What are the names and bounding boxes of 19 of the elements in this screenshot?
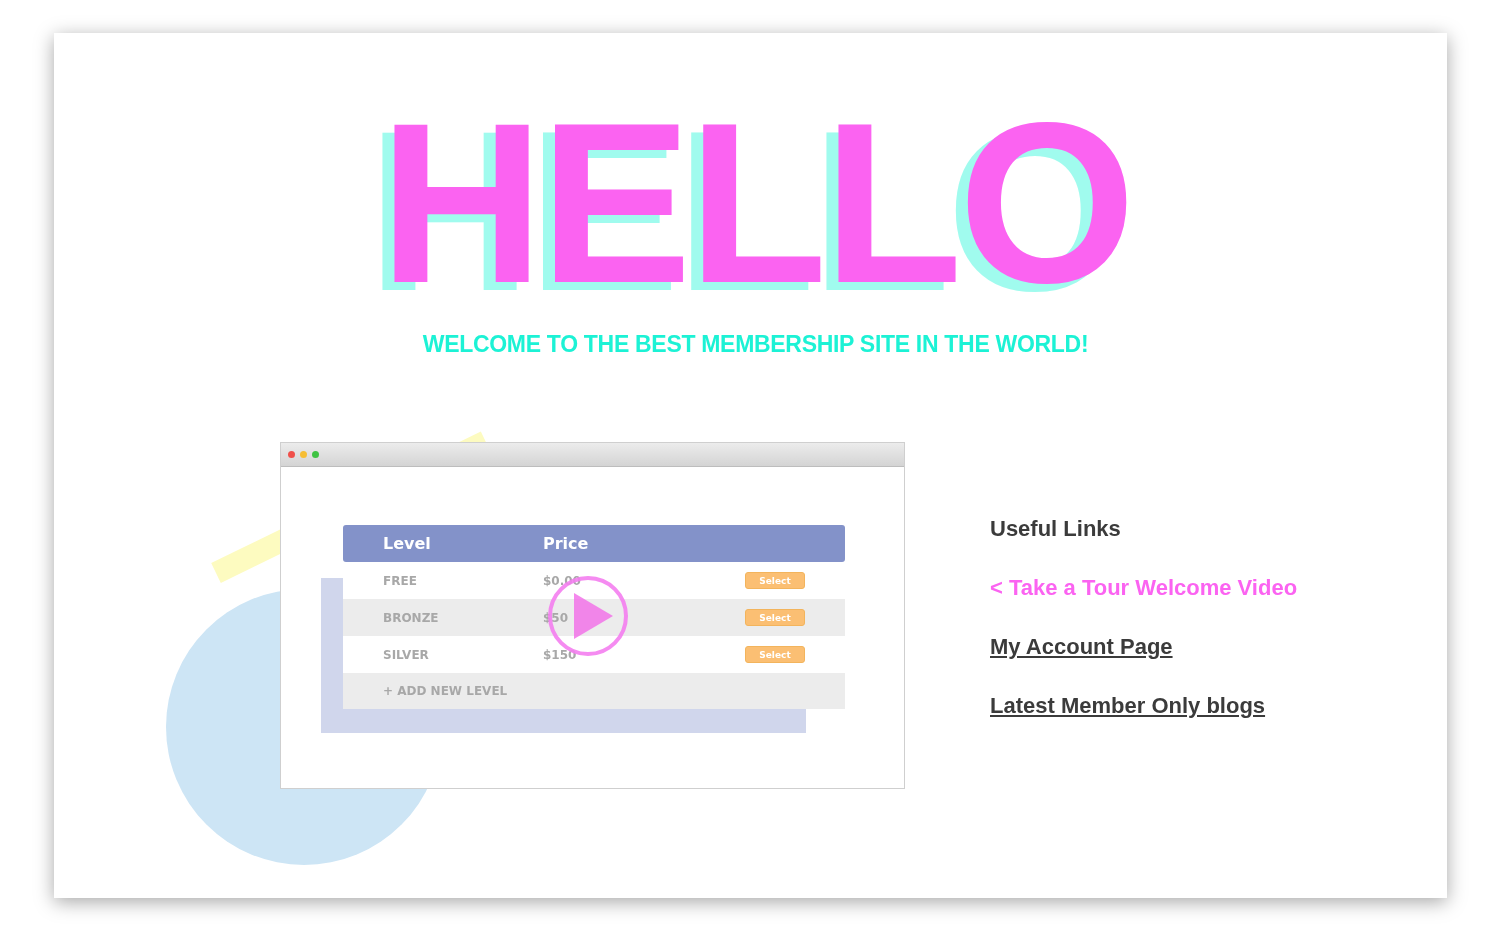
level-cell-text: SILVER <box>382 647 430 662</box>
hero-title: HELLO <box>379 103 1132 303</box>
level-cell-text: BRONZE <box>382 610 440 625</box>
useful-link[interactable]: My Account Page <box>990 630 1298 663</box>
close-dot-icon <box>288 451 295 458</box>
add-level-link[interactable]: + ADD NEW LEVEL <box>343 684 543 698</box>
level-cell-text: FREE <box>382 573 418 588</box>
hero-subtitle: WELCOME TO THE BEST MEMBERSHIP SITE IN THE WORLD! <box>422 331 1089 358</box>
useful-link[interactable]: Latest Member Only blogs <box>990 689 1298 722</box>
select-button[interactable]: Select <box>745 572 805 589</box>
column-header: Level <box>382 534 432 553</box>
price-cell-text: $150 <box>543 647 578 662</box>
column-header: Price <box>543 534 590 553</box>
useful-link[interactable]: < Take a Tour Welcome Video <box>990 571 1298 604</box>
select-button[interactable]: Select <box>745 646 805 663</box>
select-button[interactable]: Select <box>745 609 805 626</box>
links-heading: Useful Links <box>990 515 1122 543</box>
minimize-dot-icon <box>300 451 307 458</box>
maximize-dot-icon <box>312 451 319 458</box>
